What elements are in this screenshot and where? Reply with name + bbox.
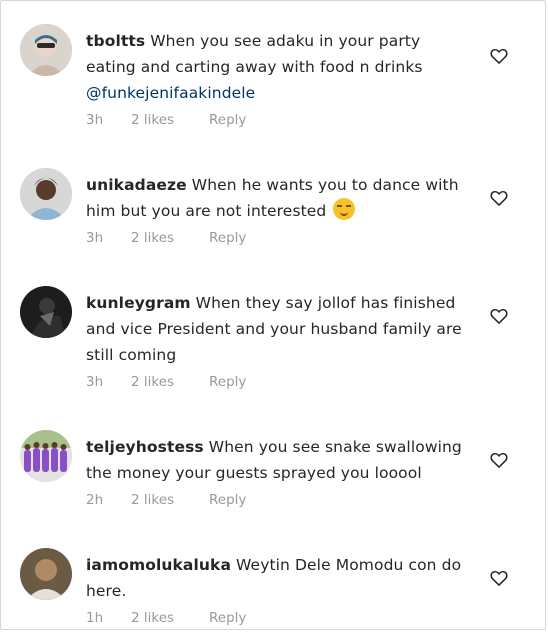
heart-outline-icon[interactable] — [489, 568, 509, 588]
comment-username[interactable]: kunleygram — [86, 294, 191, 312]
comment-likes-count[interactable]: 2 likes — [131, 374, 209, 390]
comment-username[interactable]: teljeyhostess — [86, 438, 204, 456]
comment-time[interactable]: 2h — [86, 492, 131, 508]
comment-text: iamomolukaluka Weytin Dele Momodu con do… — [86, 552, 471, 604]
comment-meta: 3h 2 likes Reply — [86, 374, 246, 390]
comment-text: teljeyhostess When you see snake swallow… — [86, 434, 471, 486]
comment-username[interactable]: unikadaeze — [86, 176, 187, 194]
comment-text: unikadaeze When he wants you to dance wi… — [86, 172, 471, 224]
reply-button[interactable]: Reply — [209, 610, 246, 626]
comment-likes-count[interactable]: 2 likes — [131, 492, 209, 508]
heart-outline-icon[interactable] — [489, 306, 509, 326]
smiling-face-emoji-icon — [333, 198, 356, 220]
avatar[interactable] — [20, 24, 72, 76]
comment-username[interactable]: tboltts — [86, 32, 145, 50]
comment-text: kunleygram When they say jollof has fini… — [86, 290, 471, 368]
heart-outline-icon[interactable] — [489, 450, 509, 470]
comment-meta: 3h 2 likes Reply — [86, 112, 246, 128]
comment-meta: 1h 2 likes Reply — [86, 610, 246, 626]
comment-meta: 2h 2 likes Reply — [86, 492, 246, 508]
comment-likes-count[interactable]: 2 likes — [131, 610, 209, 626]
avatar[interactable] — [20, 548, 72, 600]
heart-outline-icon[interactable] — [489, 188, 509, 208]
comment-time[interactable]: 3h — [86, 230, 131, 246]
reply-button[interactable]: Reply — [209, 112, 246, 128]
comment-mention-link[interactable]: @funkejenifaakindele — [86, 84, 255, 102]
comment-likes-count[interactable]: 2 likes — [131, 230, 209, 246]
comment-time[interactable]: 1h — [86, 610, 131, 626]
heart-outline-icon[interactable] — [489, 46, 509, 66]
avatar[interactable] — [20, 430, 72, 482]
avatar[interactable] — [20, 286, 72, 338]
reply-button[interactable]: Reply — [209, 230, 246, 246]
comment-username[interactable]: iamomolukaluka — [86, 556, 231, 574]
comment-time[interactable]: 3h — [86, 374, 131, 390]
reply-button[interactable]: Reply — [209, 374, 246, 390]
comment-meta: 3h 2 likes Reply — [86, 230, 246, 246]
comment-time[interactable]: 3h — [86, 112, 131, 128]
comment-text: tboltts When you see adaku in your party… — [86, 28, 471, 106]
comment-likes-count[interactable]: 2 likes — [131, 112, 209, 128]
avatar[interactable] — [20, 168, 72, 220]
reply-button[interactable]: Reply — [209, 492, 246, 508]
